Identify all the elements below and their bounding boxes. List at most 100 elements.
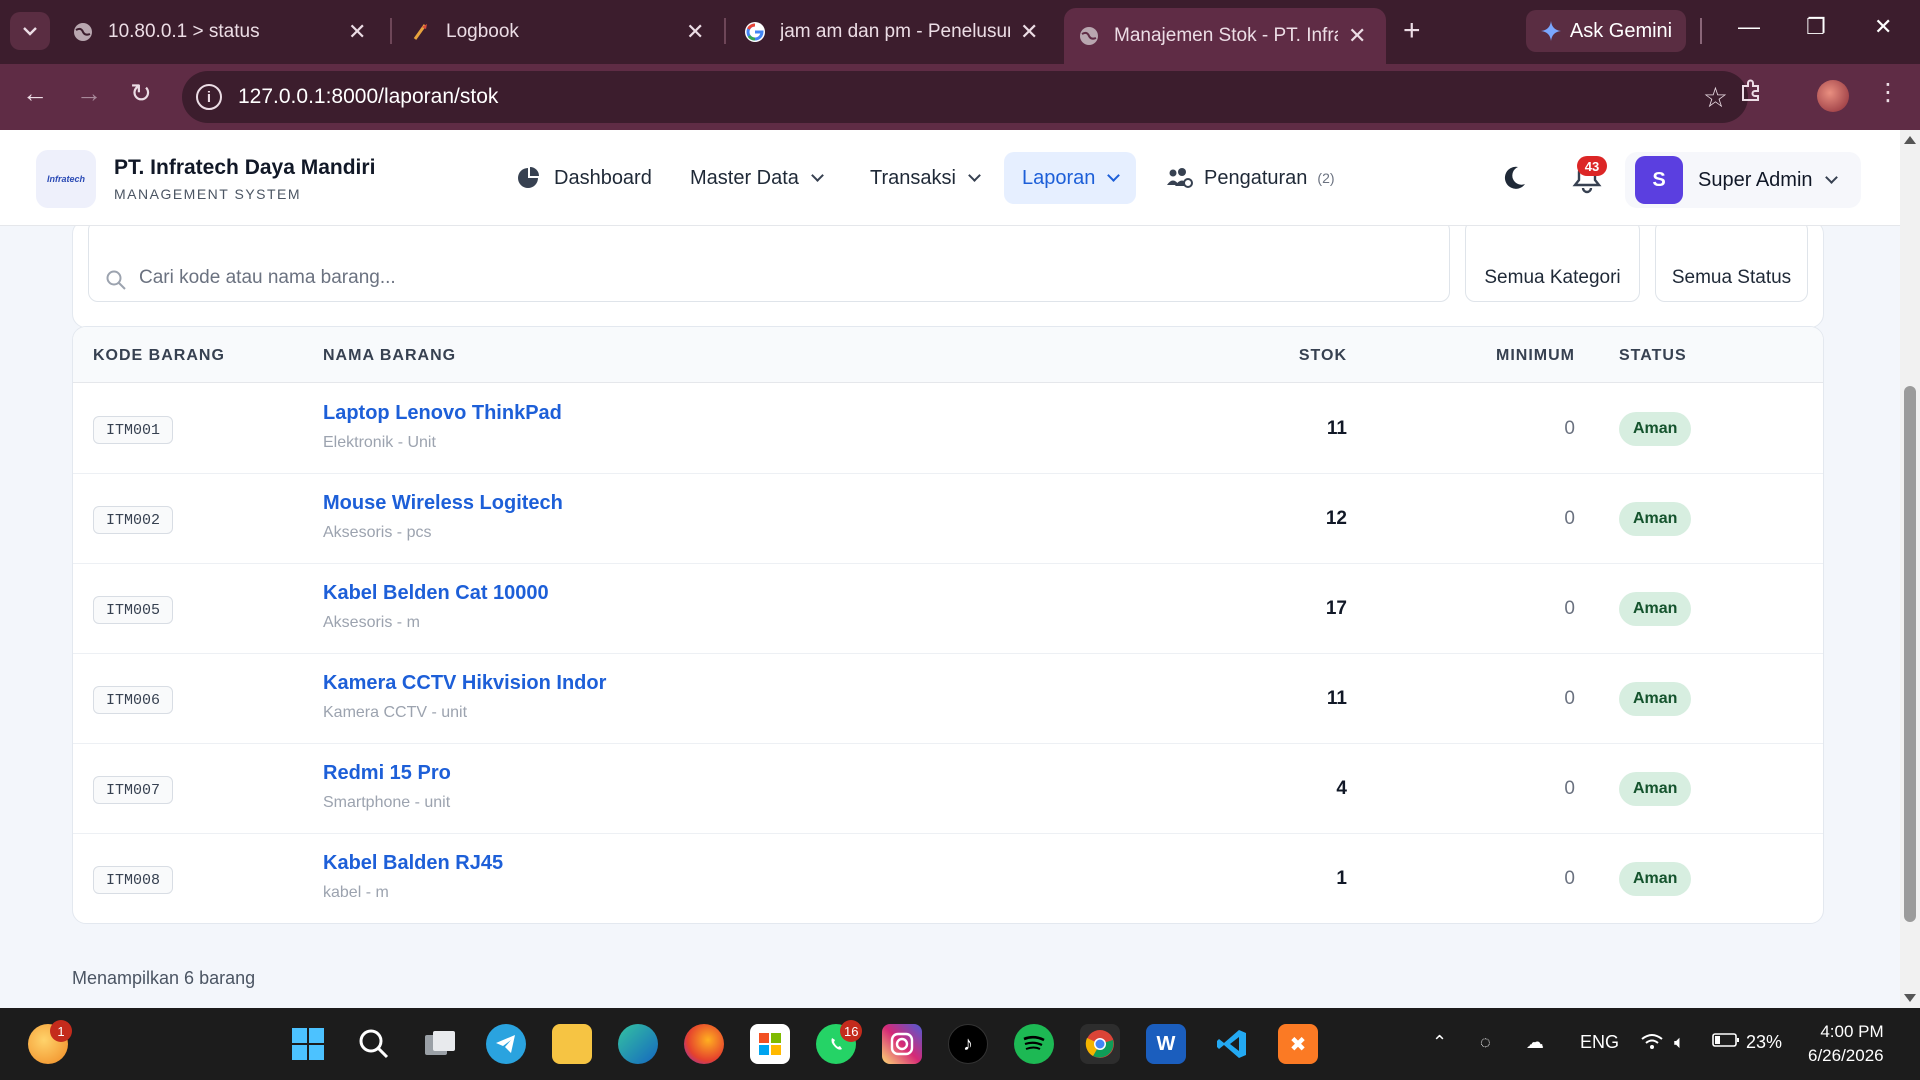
table-row: ITM007 Redmi 15 Pro Smartphone - unit 4 … — [73, 744, 1823, 834]
user-menu[interactable]: S Super Admin — [1625, 152, 1861, 208]
close-icon[interactable]: ✕ — [348, 19, 366, 45]
tab-title: 10.80.0.1 > status — [108, 21, 260, 42]
tiktok-icon[interactable]: ♪ — [948, 1024, 988, 1064]
gemini-label: Ask Gemini — [1569, 19, 1673, 42]
item-stock: 1 — [1336, 868, 1347, 889]
onedrive-cloud-icon[interactable]: ☁ — [1526, 1032, 1544, 1053]
item-name-link[interactable]: Kamera CCTV Hikvision Indor — [323, 672, 606, 695]
status-filter-select[interactable]: Semua Status — [1655, 220, 1808, 302]
address-bar[interactable]: i 127.0.0.1:8000/laporan/stok ☆ — [182, 71, 1748, 123]
back-arrow-icon[interactable]: ← — [22, 78, 48, 109]
windows-start-icon[interactable] — [288, 1024, 328, 1064]
chevron-up-icon[interactable]: ⌃ — [1432, 1032, 1447, 1053]
scroll-up-arrow-icon[interactable] — [1904, 136, 1916, 144]
firefox-icon[interactable] — [684, 1024, 724, 1064]
forward-arrow-icon[interactable]: → — [76, 78, 102, 109]
microsoft-store-icon[interactable] — [750, 1024, 790, 1064]
sync-icon[interactable]: ◌ — [1480, 1032, 1491, 1053]
instagram-icon[interactable] — [882, 1024, 922, 1064]
item-name-link[interactable]: Mouse Wireless Logitech — [323, 492, 563, 515]
search-input[interactable] — [139, 267, 1039, 289]
chevron-down-icon — [1107, 168, 1121, 182]
close-icon[interactable]: ✕ — [1020, 19, 1038, 45]
item-category-unit: Smartphone - unit — [323, 794, 451, 811]
item-code: ITM006 — [93, 686, 174, 714]
user-name: Super Admin — [1698, 168, 1813, 191]
item-name-link[interactable]: Kabel Belden Cat 10000 — [323, 582, 549, 605]
browser-tab-logbook[interactable]: Logbook ✕ — [396, 8, 704, 56]
battery-icon[interactable] — [1712, 1032, 1740, 1053]
word-icon[interactable]: W — [1146, 1024, 1186, 1064]
nav-master-data[interactable]: Master Data — [690, 152, 824, 204]
browser-tab-stock[interactable]: Manajemen Stok - PT. Infratech ✕ — [1064, 8, 1386, 64]
nav-laporan[interactable]: Laporan — [1004, 152, 1137, 204]
nav-pengaturan[interactable]: Pengaturan (2) — [1166, 152, 1335, 204]
xampp-icon[interactable]: ✖ — [1278, 1024, 1318, 1064]
item-name-link[interactable]: Redmi 15 Pro — [323, 762, 451, 785]
tab-title: Logbook — [446, 21, 519, 42]
wifi-icon[interactable] — [1640, 1032, 1664, 1057]
globe-icon — [72, 21, 94, 43]
dark-mode-moon-icon[interactable] — [1500, 164, 1528, 192]
volume-icon[interactable]: 🔈︎ — [1674, 1032, 1685, 1053]
table-row: ITM002 Mouse Wireless Logitech Aksesoris… — [73, 474, 1823, 564]
telegram-icon[interactable] — [486, 1024, 526, 1064]
file-explorer-icon[interactable] — [552, 1024, 592, 1064]
close-icon[interactable]: ✕ — [686, 19, 704, 45]
search-icon[interactable] — [354, 1024, 394, 1064]
vscode-icon[interactable] — [1212, 1024, 1252, 1064]
chrome-icon[interactable] — [1080, 1024, 1120, 1064]
users-cog-icon — [1167, 168, 1193, 188]
col-stok: STOK — [1298, 347, 1347, 364]
item-code: ITM001 — [93, 416, 174, 444]
table-row: ITM005 Kabel Belden Cat 10000 Aksesoris … — [73, 564, 1823, 654]
ask-gemini-button[interactable]: Ask Gemini — [1526, 10, 1686, 52]
tab-divider — [390, 18, 392, 44]
item-stock: 12 — [1325, 508, 1347, 529]
task-view-icon[interactable] — [420, 1024, 460, 1064]
nav-transaksi[interactable]: Transaksi — [870, 152, 981, 204]
minimize-icon[interactable]: — — [1738, 14, 1760, 40]
brand-name: PT. Infratech Daya Mandiri — [114, 156, 376, 179]
scrollbar-thumb[interactable] — [1904, 386, 1916, 922]
item-stock: 4 — [1336, 778, 1347, 799]
item-name-link[interactable]: Laptop Lenovo ThinkPad — [323, 402, 562, 425]
item-name-link[interactable]: Kabel Balden RJ45 — [323, 852, 503, 875]
restore-icon[interactable]: ❐ — [1806, 14, 1826, 40]
windows-taskbar: 1 16 ♪ W ✖ ⌃ ◌ ☁ ENG 🔈︎ 23% 4:00 PM 6/26… — [0, 1008, 1920, 1080]
chevron-down-icon — [968, 168, 981, 182]
reload-icon[interactable]: ↻ — [130, 78, 152, 109]
bookmark-star-icon[interactable]: ☆ — [1703, 81, 1728, 114]
close-window-icon[interactable]: ✕ — [1874, 14, 1892, 40]
page-scrollbar[interactable] — [1900, 130, 1920, 1008]
col-minimum: MINIMUM — [1496, 347, 1575, 364]
stock-table: KODE BARANG NAMA BARANG STOK MINIMUM STA… — [72, 326, 1824, 924]
scroll-down-arrow-icon[interactable] — [1904, 994, 1916, 1002]
browser-tab-status[interactable]: 10.80.0.1 > status ✕ — [58, 8, 366, 56]
url-text: 127.0.0.1:8000/laporan/stok — [238, 85, 499, 108]
tab-search-button[interactable] — [10, 12, 50, 50]
site-info-icon[interactable]: i — [196, 84, 222, 110]
search-field[interactable] — [88, 220, 1450, 302]
status-badge: Aman — [1619, 592, 1692, 626]
new-tab-button[interactable]: + — [1403, 14, 1421, 48]
table-row: ITM008 Kabel Balden RJ45 kabel - m 1 0 A… — [73, 834, 1823, 923]
close-icon[interactable]: ✕ — [1348, 23, 1366, 49]
item-code: ITM002 — [93, 506, 174, 534]
nav-dashboard[interactable]: Dashboard — [516, 152, 652, 204]
company-logo[interactable]: Infratech — [36, 150, 96, 208]
kebab-menu-icon[interactable]: ⋮ — [1876, 78, 1900, 107]
system-clock[interactable]: 4:00 PM 6/26/2026 — [1808, 1020, 1884, 1068]
col-kode-barang: KODE BARANG — [93, 347, 225, 364]
category-filter-select[interactable]: Semua Kategori — [1465, 220, 1640, 302]
spotify-icon[interactable] — [1014, 1024, 1054, 1064]
weather-badge: 1 — [50, 1020, 72, 1042]
browser-toolbar: ← → ↻ i 127.0.0.1:8000/laporan/stok ☆ ⋮ — [0, 64, 1920, 130]
language-indicator[interactable]: ENG — [1580, 1032, 1619, 1053]
extensions-puzzle-icon[interactable] — [1738, 78, 1764, 111]
profile-avatar[interactable] — [1817, 80, 1849, 112]
edge-icon[interactable] — [618, 1024, 658, 1064]
dashboard-icon — [518, 167, 539, 188]
browser-tab-google[interactable]: jam am dan pm - Penelusuran ✕ — [730, 8, 1038, 56]
browser-tab-bar: 10.80.0.1 > status ✕ Logbook ✕ jam am da… — [0, 0, 1920, 64]
